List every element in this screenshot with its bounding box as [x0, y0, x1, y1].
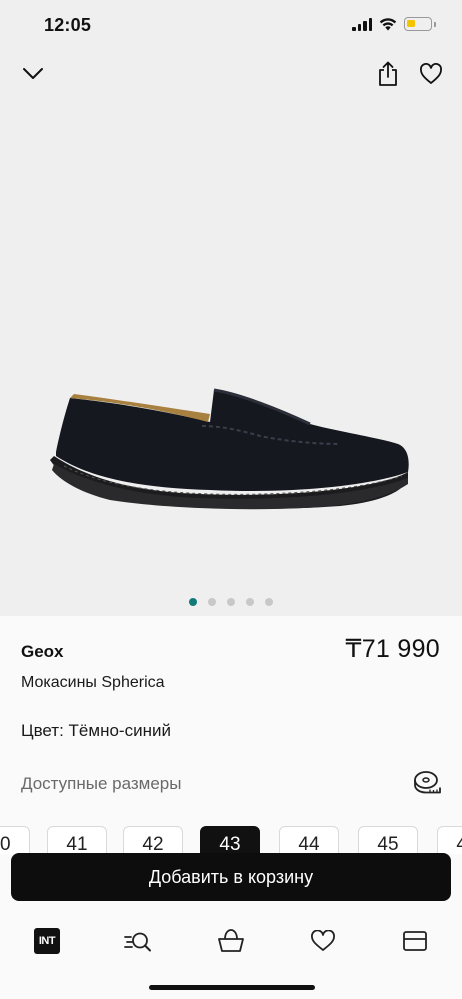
status-time: 12:05	[44, 15, 92, 35]
wifi-icon	[379, 18, 397, 31]
size-option[interactable]: 45	[358, 826, 418, 854]
size-option[interactable]: 40	[0, 826, 30, 854]
gallery-pagination	[0, 598, 462, 606]
pagination-dot[interactable]	[208, 598, 216, 606]
status-bar: 12:05	[0, 0, 462, 50]
status-icons	[352, 17, 436, 31]
size-option[interactable]: 46	[437, 826, 462, 854]
size-option[interactable]: 41	[47, 826, 107, 854]
search-icon[interactable]	[123, 926, 153, 956]
home-logo[interactable]: INT	[32, 926, 62, 956]
size-option[interactable]: 42	[123, 826, 183, 854]
price: ₸71 990	[345, 635, 440, 663]
sizes-label: Доступные размеры	[21, 774, 182, 793]
heart-icon[interactable]	[419, 62, 443, 86]
pagination-dot[interactable]	[265, 598, 273, 606]
product-color: Цвет: Тёмно-синий	[21, 721, 171, 740]
pagination-dot[interactable]	[246, 598, 254, 606]
sizes-row: 40 41 42 43 44 45 46	[0, 826, 462, 854]
add-to-cart-button[interactable]: Добавить в корзину	[11, 853, 451, 901]
cellular-signal-icon	[352, 17, 372, 31]
pagination-dot[interactable]	[189, 598, 197, 606]
shoe-image	[50, 388, 409, 510]
logo-text: INT	[34, 928, 60, 954]
home-indicator	[149, 985, 315, 990]
pagination-dot[interactable]	[227, 598, 235, 606]
share-icon[interactable]	[376, 61, 400, 86]
product-gallery[interactable]	[0, 50, 462, 616]
battery-low-icon	[404, 17, 436, 31]
measuring-tape-icon[interactable]	[413, 769, 442, 796]
product-model: Мокасины Spherica	[21, 674, 165, 691]
size-option[interactable]: 44	[279, 826, 339, 854]
catalog-icon[interactable]	[400, 926, 430, 956]
chevron-down-icon[interactable]	[21, 62, 45, 86]
cart-basket-icon[interactable]	[216, 926, 246, 956]
size-option[interactable]: 43	[200, 826, 260, 854]
brand-name[interactable]: Geox	[21, 642, 64, 662]
favorites-heart-icon[interactable]	[308, 926, 338, 956]
